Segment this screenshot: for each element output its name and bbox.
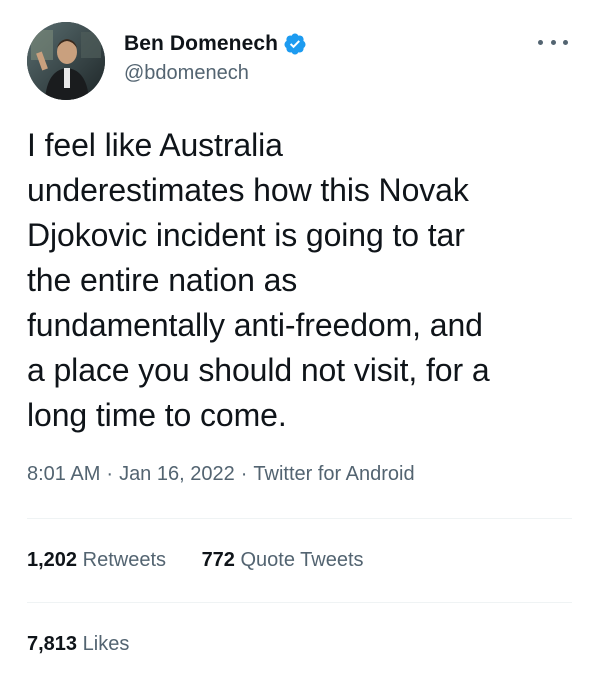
engagement-row: 1,202 Retweets 772 Quote Tweets xyxy=(27,549,394,572)
more-options-icon[interactable] xyxy=(538,32,568,52)
user-name-block: Ben Domenech @bdomenech xyxy=(124,30,307,85)
retweets-count: 1,202 xyxy=(27,549,78,571)
display-name[interactable]: Ben Domenech xyxy=(124,32,278,56)
quote-tweets-stat[interactable]: 772 Quote Tweets xyxy=(202,549,364,572)
meta-separator: · xyxy=(106,463,114,485)
more-dot xyxy=(550,39,556,45)
retweets-label: Retweets xyxy=(82,549,166,571)
display-name-row: Ben Domenech xyxy=(124,30,307,58)
tweet-source[interactable]: Twitter for Android xyxy=(253,463,414,485)
likes-stat[interactable]: 7,813 Likes xyxy=(27,633,129,656)
retweets-stat[interactable]: 1,202 Retweets xyxy=(27,549,166,572)
avatar[interactable] xyxy=(27,22,105,100)
tweet-text: I feel like Australia underestimates how… xyxy=(27,127,490,433)
tweet-header: Ben Domenech @bdomenech xyxy=(27,22,572,102)
verified-badge-icon xyxy=(283,32,307,56)
user-handle[interactable]: @bdomenech xyxy=(124,62,307,85)
tweet-card: Ben Domenech @bdomenech I feel like Aust… xyxy=(0,0,596,680)
more-dot xyxy=(563,39,568,45)
meta-separator: · xyxy=(240,463,248,485)
tweet-meta: 8:01 AM · Jan 16, 2022 · Twitter for Android xyxy=(27,463,415,486)
quote-tweets-label: Quote Tweets xyxy=(240,549,364,571)
tweet-date[interactable]: Jan 16, 2022 xyxy=(119,463,235,485)
divider xyxy=(27,518,572,519)
more-dot xyxy=(538,39,543,45)
likes-label: Likes xyxy=(82,633,130,655)
tweet-time[interactable]: 8:01 AM xyxy=(27,463,100,485)
likes-row: 7,813 Likes xyxy=(27,633,159,656)
likes-count: 7,813 xyxy=(27,633,78,655)
divider xyxy=(27,602,572,603)
quote-tweets-count: 772 xyxy=(201,549,235,571)
